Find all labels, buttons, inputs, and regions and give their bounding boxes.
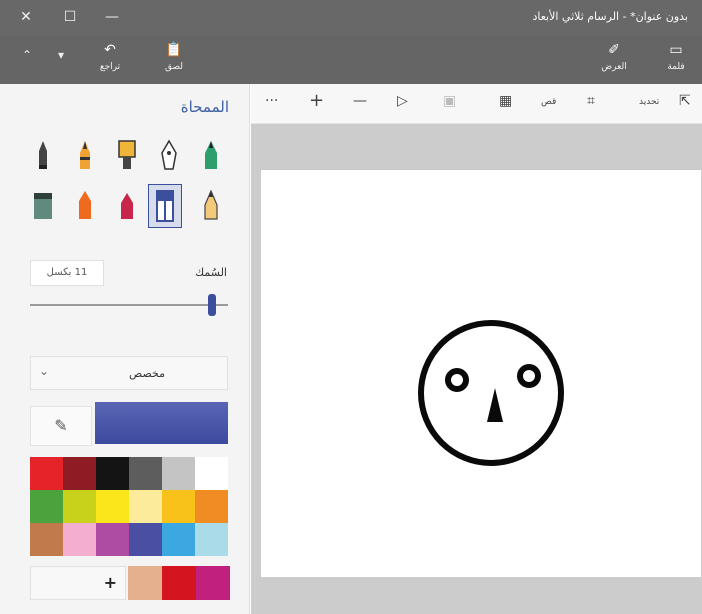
pen-brush[interactable] (196, 136, 226, 176)
eraser-brush[interactable] (148, 184, 182, 228)
view-button[interactable]: ✐ العرض (592, 40, 636, 80)
pen-icon (205, 141, 217, 169)
marker-icon (39, 141, 47, 169)
brushes-label: فلمة (667, 62, 685, 72)
color-swatch[interactable] (96, 457, 129, 490)
drawing-canvas[interactable] (261, 170, 701, 577)
oil-brush-icon (118, 140, 136, 169)
add-color-button[interactable]: + (30, 566, 126, 600)
color-swatch[interactable] (129, 523, 162, 556)
color-swatch[interactable] (195, 457, 228, 490)
calligraphy-icon (80, 141, 90, 169)
select-label[interactable]: تحديد (639, 97, 659, 107)
crayon-icon (79, 191, 91, 219)
color-swatch[interactable] (129, 490, 162, 523)
more-options-icon[interactable]: ··· (265, 93, 278, 109)
disabled-tool-icon: ▣ (443, 93, 457, 109)
color-swatch[interactable] (63, 457, 96, 490)
window-title: بدون عنوان* - الرسام ثلاثي الأبعاد (532, 10, 688, 23)
color-swatch[interactable] (129, 457, 162, 490)
color-swatch[interactable] (30, 457, 63, 490)
color-swatch[interactable] (63, 490, 96, 523)
crayon-brush[interactable] (70, 186, 100, 226)
fountain-pen-brush[interactable] (154, 136, 184, 176)
thickness-slider-thumb[interactable] (208, 294, 217, 316)
close-icon[interactable]: ✕ (14, 6, 38, 28)
frame-icon[interactable]: ▷ (397, 93, 408, 109)
color-swatch[interactable] (195, 523, 228, 556)
calligraphy-brush[interactable] (70, 136, 100, 176)
face-outline (418, 320, 564, 466)
color-swatch[interactable] (195, 490, 228, 523)
paint-3d-window: ✕ ☐ — بدون عنوان* - الرسام ثلاثي الأبعاد… (0, 0, 702, 614)
opacity-dropdown[interactable]: مخصص ⌄ (30, 356, 228, 390)
color-swatch[interactable] (30, 490, 63, 523)
color-swatch[interactable] (162, 490, 195, 523)
minimize-icon[interactable]: — (100, 6, 124, 28)
ribbon: ⌃ ▾ ↶ تراجع 📋 لصق ✐ العرض ▭ فلمة (0, 36, 702, 84)
view-3d-icon[interactable]: ▦ (499, 93, 512, 109)
eraser-icon (156, 190, 174, 222)
fountain-pen-icon (161, 139, 177, 170)
oil-brush[interactable] (112, 136, 142, 176)
spray-can-icon (34, 193, 52, 219)
pen-icon: ✐ (608, 42, 620, 58)
custom-colors-row: + (30, 566, 230, 600)
crop-icon[interactable]: ⌗ (587, 93, 595, 109)
canvas-icon: ▭ (669, 42, 683, 58)
undo-label: تراجع (99, 62, 121, 72)
color-swatch[interactable] (162, 523, 195, 556)
custom-swatch[interactable] (196, 566, 230, 600)
maximize-icon[interactable]: ☐ (58, 6, 82, 28)
right-eye (517, 364, 541, 388)
crop-label[interactable]: قص (541, 97, 556, 107)
color-palette (30, 457, 228, 556)
color-swatch[interactable] (162, 457, 195, 490)
color-swatch[interactable] (96, 490, 129, 523)
paste-label: لصق (164, 62, 184, 72)
face-drawing (418, 320, 564, 466)
thickness-input[interactable]: 11 بكسل (30, 260, 104, 286)
custom-swatch[interactable] (128, 566, 162, 600)
zoom-out-icon[interactable]: — (353, 93, 367, 109)
select-icon[interactable]: ⇱ (679, 93, 691, 109)
undo-button[interactable]: ↶ تراجع (88, 40, 132, 80)
view-label: العرض (601, 62, 627, 72)
nose (487, 388, 503, 422)
workspace (251, 124, 702, 614)
dropdown-value: مخصص (128, 367, 165, 380)
color-swatch[interactable] (96, 523, 129, 556)
chevron-down-icon: ⌄ (39, 364, 50, 378)
spray-can-brush[interactable] (28, 186, 58, 226)
panel-title: الممحاة (180, 98, 229, 116)
custom-swatch[interactable] (162, 566, 196, 600)
current-color-swatch[interactable] (95, 402, 228, 444)
paste-icon: 📋 (165, 42, 183, 58)
pixel-pen-brush[interactable] (112, 186, 142, 226)
marker-brush[interactable] (28, 136, 58, 176)
canvas-toolbar: ··· + — ▷ ▣ ▦ قص ⌗ تحديد ⇱ (251, 84, 702, 124)
thickness-slider[interactable] (30, 304, 228, 306)
pixel-pen-icon (121, 193, 133, 219)
thickness-label: السُمك (195, 266, 227, 279)
zoom-in-icon[interactable]: + (309, 90, 324, 111)
brush-panel: الممحاة 11 بكسل السُمك مخصص ⌄ ✎ + (0, 84, 250, 614)
eyedropper-icon: ✎ (54, 416, 68, 435)
collapse-ribbon-icon[interactable]: ⌃ (22, 48, 32, 62)
title-bar: ✕ ☐ — بدون عنوان* - الرسام ثلاثي الأبعاد (0, 0, 702, 36)
pencil-brush[interactable] (196, 186, 226, 226)
undo-icon: ↶ (104, 42, 116, 58)
pencil-icon (204, 189, 218, 220)
brushes-button[interactable]: ▭ فلمة (654, 40, 698, 80)
paste-button[interactable]: 📋 لصق (152, 40, 196, 80)
eyedropper-button[interactable]: ✎ (30, 406, 92, 446)
color-swatch[interactable] (63, 523, 96, 556)
ribbon-menu-icon[interactable]: ▾ (58, 48, 64, 62)
color-swatch[interactable] (30, 523, 63, 556)
left-eye (445, 368, 469, 392)
